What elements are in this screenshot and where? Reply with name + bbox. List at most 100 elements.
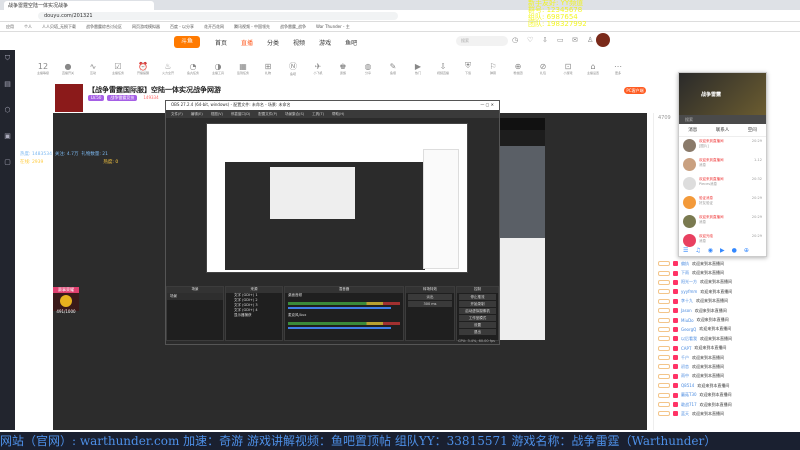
transition-select[interactable]: 淡出 <box>408 294 452 300</box>
menu-edit[interactable]: 编辑(E) <box>191 112 203 116</box>
chat-username[interactable]: GeorgQ <box>681 327 696 332</box>
sidebar-follow-icon[interactable]: ▤ <box>0 80 15 102</box>
scene-item[interactable]: 场景 <box>167 293 223 300</box>
music-icon[interactable]: ♫ <box>695 247 700 254</box>
volume-slider[interactable] <box>288 327 391 329</box>
obs-preview[interactable] <box>206 123 468 273</box>
toolbar-item[interactable]: ♨ 火力全开 <box>160 62 176 75</box>
settings-button[interactable]: 设置 <box>459 322 496 328</box>
toolbar-item[interactable]: ⚐ 弹幕 <box>485 62 501 75</box>
bookmark[interactable]: 战争雷霆综合讨论区 <box>86 24 122 29</box>
stop-streaming-button[interactable]: 停止推流 <box>459 294 496 300</box>
history-icon[interactable]: ◷ <box>512 36 520 46</box>
search-input[interactable]: 搜索 <box>456 36 508 46</box>
menu-icon[interactable]: ☰ <box>683 247 688 254</box>
chat-username[interactable]: 千户 <box>681 355 689 361</box>
qq-conversation[interactable]: 欢迎来到直播间 [图片] 20:29 <box>679 137 766 156</box>
menu-scene-collection[interactable]: 场景集合(S) <box>285 112 304 116</box>
play-icon[interactable]: ▶ <box>720 247 725 254</box>
sidebar-category-icon[interactable]: ⬡ <box>0 106 15 128</box>
nav-video[interactable]: 视频 <box>293 38 305 47</box>
chat-username[interactable]: yyyfmm <box>681 289 697 294</box>
toolbar-item[interactable]: ✎ 鱼塘 <box>385 62 401 75</box>
chat-username[interactable]: 偏执 <box>681 261 689 267</box>
browser-tab[interactable]: 战争雷霆空陆一体实况战争 <box>4 1 154 10</box>
toolbar-item[interactable]: ● 直播开关 <box>60 62 76 75</box>
chat-username[interactable]: 敢战717 <box>681 402 697 408</box>
bookmark[interactable]: 应用 <box>6 24 14 29</box>
bookmark[interactable]: 腾讯视频 - 中国领先 <box>234 24 270 29</box>
toolbar-item[interactable]: ☑ 主播任务 <box>110 62 126 75</box>
chat-username[interactable]: 雨中 <box>681 373 689 379</box>
bookmark[interactable]: 人人贝塔_无损下载 <box>42 24 76 29</box>
nav-yuba[interactable]: 鱼吧 <box>345 38 357 47</box>
toolbar-item[interactable]: ∿ 互动 <box>85 62 101 75</box>
qq-conversation[interactable]: 欢迎来到直播间 Pieces消息 20:32 <box>679 175 766 194</box>
bookmark[interactable]: War Thunder - 主 <box>316 24 350 29</box>
chat-username[interactable]: CAPT <box>681 346 691 351</box>
toolbar-item[interactable]: ♚ 贵族 <box>335 62 351 75</box>
bookmark[interactable]: 战争雷霆_战争 <box>280 24 306 29</box>
bookmark[interactable]: 百度 - 以分享 <box>170 24 194 29</box>
category-tag[interactable]: 战争雷霆竞技 <box>107 95 138 101</box>
tab-contacts[interactable]: 联系人 <box>716 127 730 133</box>
menu-help[interactable]: 帮助(H) <box>332 112 344 116</box>
chat-username[interactable]: Q8514 <box>681 383 694 388</box>
sidebar-game-icon[interactable]: ▣ <box>0 132 15 154</box>
streamer-avatar[interactable] <box>55 84 83 112</box>
window-controls[interactable]: — ▢ ✕ <box>480 102 494 109</box>
source-item[interactable]: 显示器捕获 <box>226 313 282 318</box>
chat-username[interactable]: 蘑菇T30 <box>681 392 697 398</box>
volume-slider[interactable] <box>288 307 391 309</box>
pc-client-button[interactable]: PC客户端 <box>624 87 646 94</box>
nav-games[interactable]: 游戏 <box>319 38 331 47</box>
menu-tools[interactable]: 工具(T) <box>312 112 324 116</box>
qq-search-input[interactable]: 搜索 <box>679 115 766 124</box>
toolbar-item[interactable]: ⌂ 主播设置 <box>585 62 601 75</box>
douyu-logo[interactable]: 斗鱼 <box>174 36 200 48</box>
toolbar-item[interactable]: ✈ 小飞机 <box>310 62 326 75</box>
bookmark[interactable]: 个人 <box>24 24 32 29</box>
chat-username[interactable]: 李十九 <box>681 298 693 304</box>
toolbar-item[interactable]: ◔ 鱼丸任务 <box>185 62 201 75</box>
sidebar-recommend-icon[interactable]: ⛉ <box>0 54 15 76</box>
toolbar-item[interactable]: ◍ 分享 <box>360 62 376 75</box>
app-icon[interactable]: ● <box>732 247 737 254</box>
app-icon[interactable]: ◉ <box>708 247 713 254</box>
toolbar-item[interactable]: ⊕ 粉丝团 <box>510 62 526 75</box>
menu-view[interactable]: 视图(V) <box>211 112 223 116</box>
tab-messages[interactable]: 消息 <box>688 127 697 133</box>
toolbar-item[interactable]: ⋯ 更多 <box>610 62 626 75</box>
toolbar-item[interactable]: ⏰ 开播提醒 <box>135 62 151 75</box>
start-recording-button[interactable]: 开始录制 <box>459 301 496 307</box>
menu-profile[interactable]: 配置文件(P) <box>258 112 277 116</box>
tab-space[interactable]: 空间 <box>748 127 757 133</box>
menu-docks[interactable]: 停靠窗口(D) <box>231 112 250 116</box>
toolbar-item[interactable]: ⊘ 礼包 <box>535 62 551 75</box>
event-badge[interactable]: 赛事荣耀 491/1000 <box>53 287 79 314</box>
duration-input[interactable]: 300 ms <box>408 301 452 307</box>
chat-username[interactable]: 阳光一方 <box>681 279 697 285</box>
sidebar-live-icon[interactable]: ▢ <box>0 158 15 180</box>
qq-conversation[interactable]: 验证消息 好友验证 20:29 <box>679 194 766 213</box>
nav-home[interactable]: 首页 <box>215 38 227 47</box>
toolbar-item[interactable]: ▶ 热门 <box>410 62 426 75</box>
chat-username[interactable]: 以后看我 <box>681 336 697 342</box>
toolbar-item[interactable]: ▦ 签到任务 <box>235 62 251 75</box>
qq-conversation[interactable]: 欢迎来到直播间 消息 1-12 <box>679 156 766 175</box>
exit-button[interactable]: 退出 <box>459 329 496 335</box>
toolbar-item[interactable]: ⛨ 下载 <box>460 61 476 75</box>
qq-conversation[interactable]: 欢迎来到直播间 消息 20:29 <box>679 213 766 232</box>
chat-username[interactable]: 蓝天 <box>681 411 689 417</box>
toolbar-item[interactable]: ⊞ 礼物 <box>260 62 276 75</box>
chat-username[interactable]: Jason <box>681 308 692 313</box>
chat-username[interactable]: 下雨 <box>681 270 689 276</box>
nav-live[interactable]: 直播 <box>241 38 253 47</box>
bookmark[interactable]: 花开百花网 <box>204 24 224 29</box>
url-input[interactable]: douyu.com/201321 <box>38 12 398 20</box>
nav-category[interactable]: 分类 <box>267 38 279 47</box>
menu-file[interactable]: 文件(F) <box>171 112 183 116</box>
toolbar-item[interactable]: ◑ 主播工具 <box>210 62 226 75</box>
chat-username[interactable]: 初恋 <box>681 364 689 370</box>
studio-mode-button[interactable]: 工作室模式 <box>459 315 496 321</box>
